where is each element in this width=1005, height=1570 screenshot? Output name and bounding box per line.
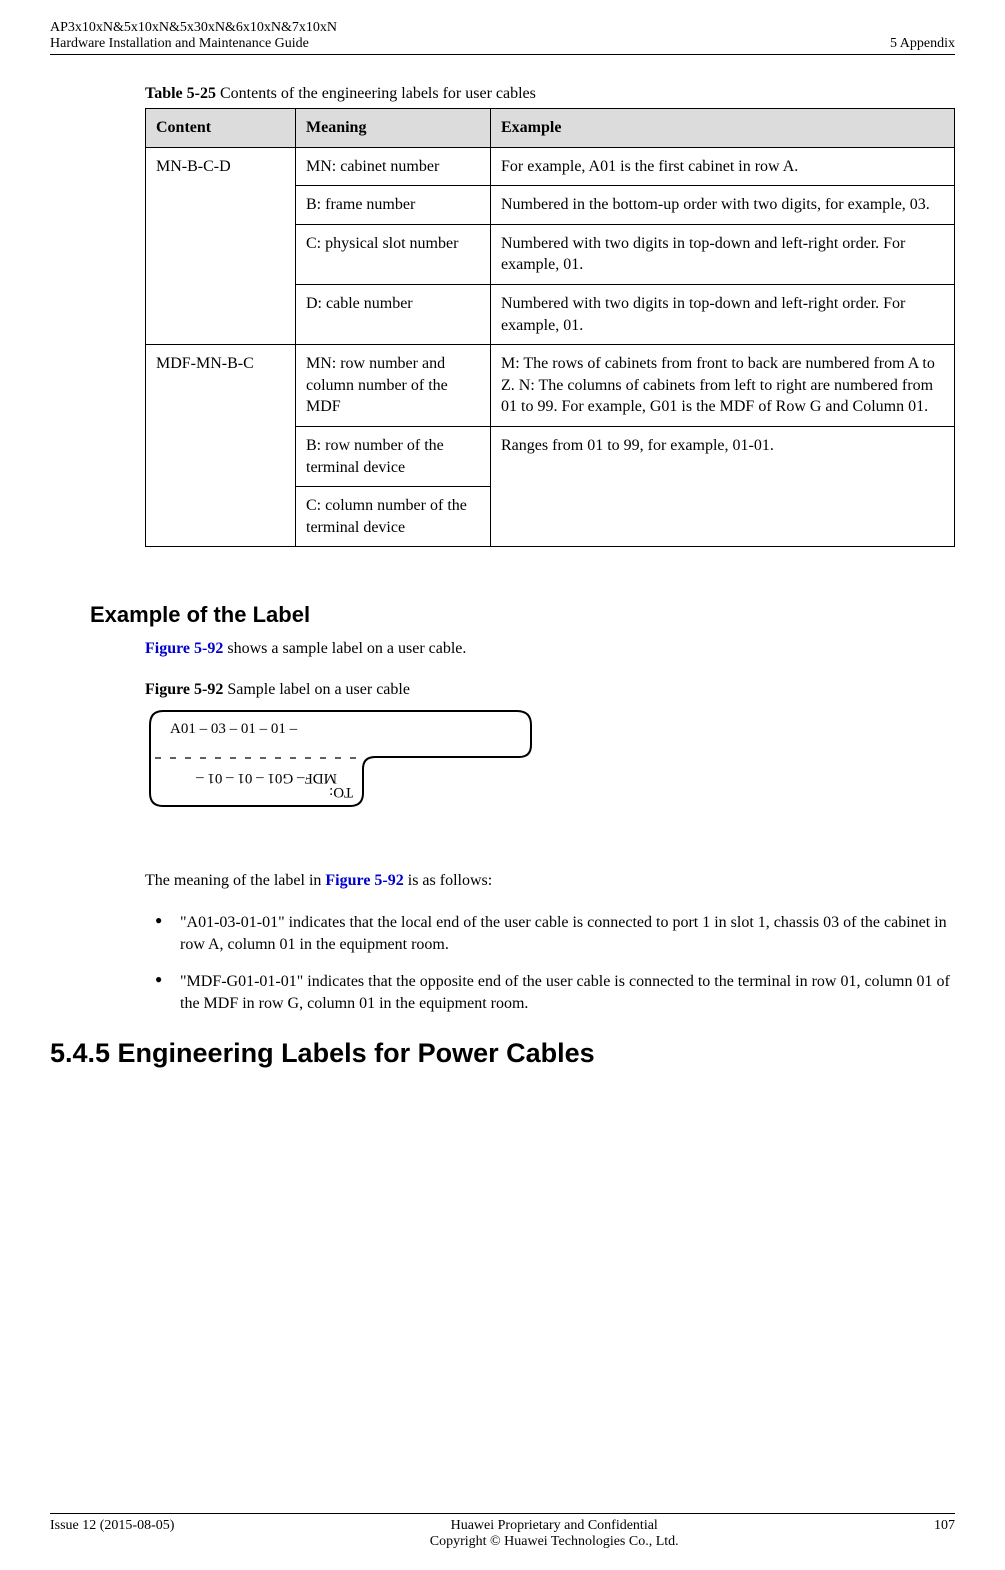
- figure-caption-number: Figure 5-92: [145, 681, 223, 698]
- cell-example: Numbered in the bottom-up order with two…: [491, 186, 955, 225]
- table-caption-number: Table 5-25: [145, 85, 216, 102]
- footer-page-number: 107: [934, 1518, 955, 1550]
- intro-paragraph: Figure 5-92 shows a sample label on a us…: [145, 638, 955, 660]
- figure-reference-link[interactable]: Figure 5-92: [145, 640, 223, 657]
- cell-meaning: B: row number of the terminal device: [296, 426, 491, 486]
- label-top-text: A01 – 03 – 01 – 01 –: [170, 721, 297, 738]
- table-row: MDF-MN-B-C MN: row number and column num…: [146, 345, 955, 427]
- labels-table: Content Meaning Example MN-B-C-D MN: cab…: [145, 108, 955, 547]
- header-left: AP3x10xN&5x10xN&5x30xN&6x10xN&7x10xN Har…: [50, 20, 337, 52]
- cell-content: MN-B-C-D: [146, 147, 296, 345]
- footer-copyright: Copyright © Huawei Technologies Co., Ltd…: [430, 1534, 679, 1550]
- page-header: AP3x10xN&5x10xN&5x30xN&6x10xN&7x10xN Har…: [50, 0, 955, 55]
- cell-content: MDF-MN-B-C: [146, 345, 296, 547]
- footer-proprietary: Huawei Proprietary and Confidential: [430, 1518, 679, 1534]
- cell-example: Numbered with two digits in top-down and…: [491, 224, 955, 284]
- label-bottom-text: MDF– G01 – 01 – 01 –: [196, 769, 337, 786]
- col-header-example: Example: [491, 109, 955, 148]
- cell-example: Ranges from 01 to 99, for example, 01-01…: [491, 426, 955, 546]
- cell-meaning: C: physical slot number: [296, 224, 491, 284]
- label-figure: A01 – 03 – 01 – 01 – TO: MDF– G01 – 01 –…: [145, 707, 535, 810]
- col-header-content: Content: [146, 109, 296, 148]
- footer-issue-date: Issue 12 (2015-08-05): [50, 1518, 174, 1550]
- table-caption: Table 5-25 Contents of the engineering l…: [145, 85, 955, 103]
- cell-example: M: The rows of cabinets from front to ba…: [491, 345, 955, 427]
- meaning-intro-post: is as follows:: [404, 872, 492, 889]
- bullet-list: "A01-03-01-01" indicates that the local …: [145, 912, 955, 1016]
- table-row: MN-B-C-D MN: cabinet number For example,…: [146, 147, 955, 186]
- content-area: Table 5-25 Contents of the engineering l…: [50, 55, 955, 547]
- meaning-intro: The meaning of the label in Figure 5-92 …: [145, 870, 955, 892]
- figure-caption: Figure 5-92 Sample label on a user cable: [145, 681, 955, 699]
- section-heading-power-cables: 5.4.5 Engineering Labels for Power Cable…: [50, 1038, 955, 1069]
- section-body: Figure 5-92 shows a sample label on a us…: [50, 638, 955, 1015]
- intro-text: shows a sample label on a user cable.: [223, 640, 466, 657]
- col-header-meaning: Meaning: [296, 109, 491, 148]
- footer-center: Huawei Proprietary and Confidential Copy…: [430, 1518, 679, 1550]
- cell-meaning: MN: cabinet number: [296, 147, 491, 186]
- figure-reference-link[interactable]: Figure 5-92: [325, 872, 403, 889]
- list-item: "MDF-G01-01-01" indicates that the oppos…: [145, 971, 955, 1016]
- meaning-intro-pre: The meaning of the label in: [145, 872, 325, 889]
- cell-meaning: D: cable number: [296, 284, 491, 344]
- cell-example: For example, A01 is the first cabinet in…: [491, 147, 955, 186]
- page-footer: Issue 12 (2015-08-05) Huawei Proprietary…: [50, 1513, 955, 1550]
- cell-meaning: B: frame number: [296, 186, 491, 225]
- table-header-row: Content Meaning Example: [146, 109, 955, 148]
- figure-caption-text: Sample label on a user cable: [223, 681, 410, 698]
- cell-meaning: C: column number of the terminal device: [296, 487, 491, 547]
- header-chapter: 5 Appendix: [890, 36, 955, 52]
- list-item: "A01-03-01-01" indicates that the local …: [145, 912, 955, 957]
- label-bottom-container: TO: MDF– G01 – 01 – 01 –: [145, 764, 363, 802]
- header-doc-title: Hardware Installation and Maintenance Gu…: [50, 36, 337, 52]
- cell-meaning: MN: row number and column number of the …: [296, 345, 491, 427]
- cell-example: Numbered with two digits in top-down and…: [491, 284, 955, 344]
- header-product-line: AP3x10xN&5x10xN&5x30xN&6x10xN&7x10xN: [50, 20, 337, 36]
- table-caption-text: Contents of the engineering labels for u…: [216, 85, 536, 102]
- section-heading-example-label: Example of the Label: [50, 602, 955, 628]
